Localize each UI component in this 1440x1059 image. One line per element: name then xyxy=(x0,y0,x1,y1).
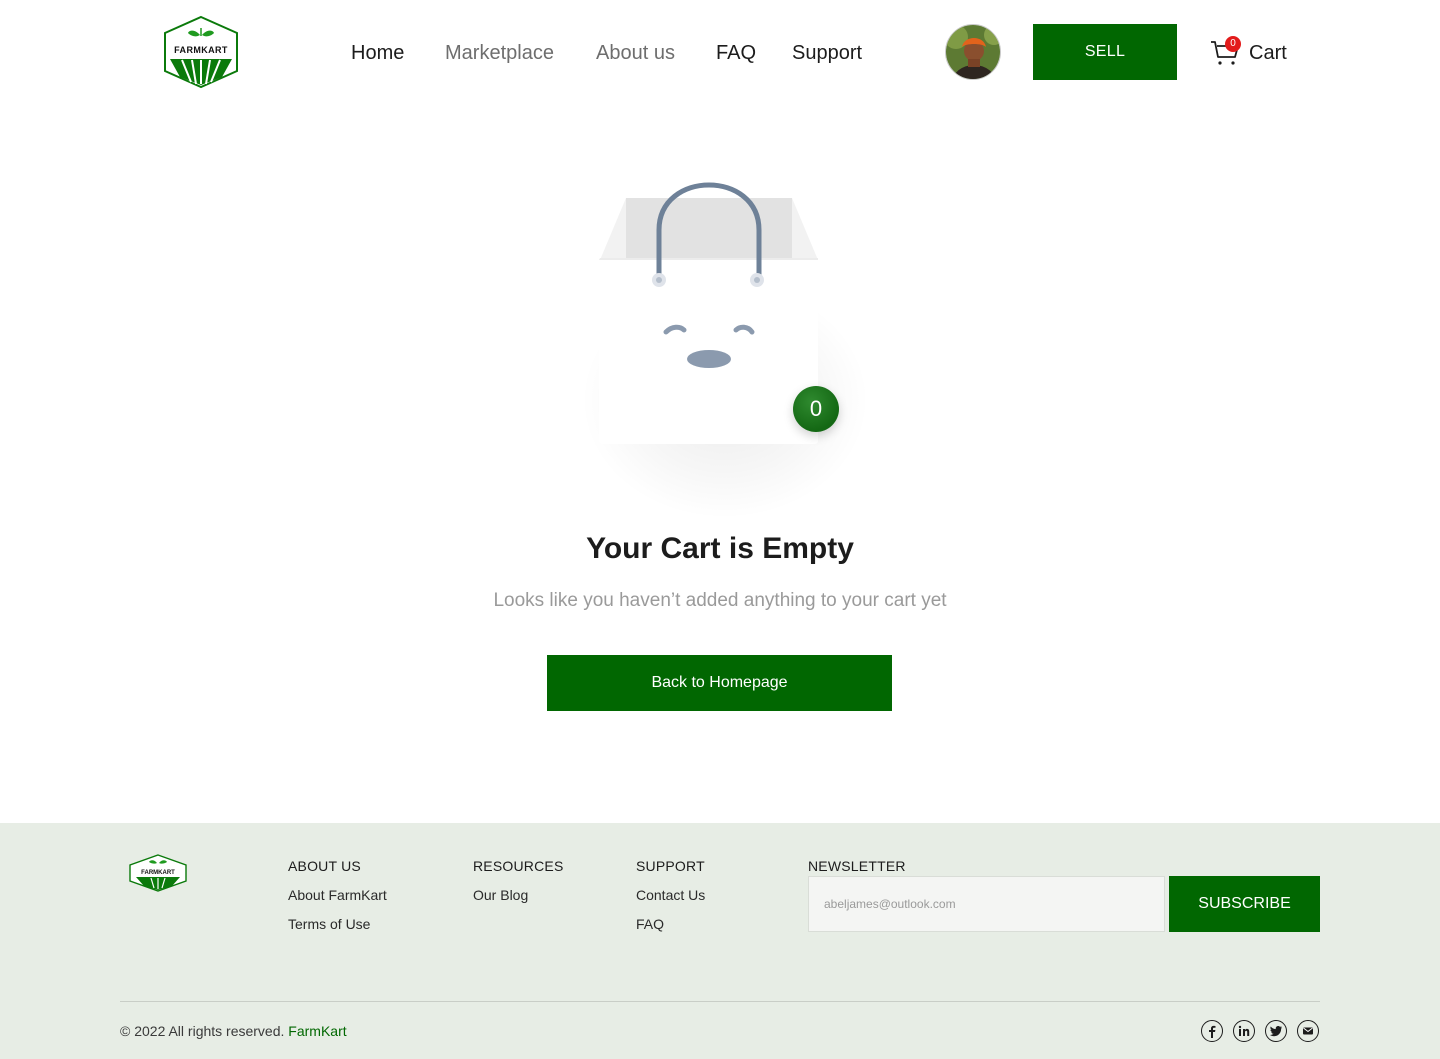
sell-button[interactable]: SELL xyxy=(1033,24,1177,80)
footer-col-about: ABOUT US About FarmKart Terms of Use xyxy=(288,857,387,933)
nav-marketplace[interactable]: Marketplace xyxy=(445,40,554,66)
empty-cart-subtitle: Looks like you haven’t added anything to… xyxy=(493,590,947,611)
empty-cart-title: Your Cart is Empty xyxy=(586,532,854,565)
copyright-text: © 2022 All rights reserved. xyxy=(120,1023,285,1039)
footer-divider xyxy=(120,1001,1320,1002)
footer-col-resources: RESOURCES Our Blog xyxy=(473,857,563,904)
footer-heading-newsletter: NEWSLETTER xyxy=(808,858,906,874)
cart-label: Cart xyxy=(1249,42,1287,64)
newsletter-email-input[interactable] xyxy=(808,876,1165,932)
page: FARMKART Home Marketplace About us FAQ S… xyxy=(0,0,1440,1059)
logo-text: FARMKART xyxy=(174,45,228,55)
nav-about-us[interactable]: About us xyxy=(596,40,675,66)
footer-link-terms[interactable]: Terms of Use xyxy=(288,915,387,933)
avatar-image xyxy=(946,25,1000,79)
footer: FARMKART ABOUT US About FarmKart Terms o… xyxy=(0,823,1440,1059)
bag-count-badge: 0 xyxy=(793,386,839,432)
footer-logo-text: FARMKART xyxy=(141,870,175,876)
nav-home[interactable]: Home xyxy=(351,40,404,66)
mail-icon[interactable] xyxy=(1297,1020,1319,1042)
footer-logo[interactable]: FARMKART xyxy=(128,853,188,893)
copyright-brand-link[interactable]: FarmKart xyxy=(288,1023,346,1039)
back-to-homepage-button[interactable]: Back to Homepage xyxy=(547,655,892,711)
twitter-icon[interactable] xyxy=(1265,1020,1287,1042)
nav-faq[interactable]: FAQ xyxy=(716,40,756,66)
footer-heading-resources: RESOURCES xyxy=(473,858,564,874)
facebook-icon[interactable] xyxy=(1201,1020,1223,1042)
footer-col-support: SUPPORT Contact Us FAQ xyxy=(636,857,705,933)
footer-heading-about: ABOUT US xyxy=(288,858,361,874)
copyright: © 2022 All rights reserved. FarmKart xyxy=(120,1023,347,1039)
farmkart-logo[interactable]: FARMKART xyxy=(162,15,240,89)
subscribe-button[interactable]: SUBSCRIBE xyxy=(1169,876,1320,932)
empty-cart-illustration: 0 xyxy=(560,160,880,520)
footer-link-about-farmkart[interactable]: About FarmKart xyxy=(288,886,387,904)
footer-link-faq[interactable]: FAQ xyxy=(636,915,705,933)
footer-link-contact[interactable]: Contact Us xyxy=(636,886,705,904)
footer-link-blog[interactable]: Our Blog xyxy=(473,886,563,904)
nav-support[interactable]: Support xyxy=(792,40,862,66)
cart-count-badge: 0 xyxy=(1225,36,1241,52)
footer-col-newsletter: NEWSLETTER xyxy=(808,857,906,875)
footer-heading-support: SUPPORT xyxy=(636,858,705,874)
linkedin-icon[interactable] xyxy=(1233,1020,1255,1042)
user-avatar[interactable] xyxy=(945,24,1001,80)
